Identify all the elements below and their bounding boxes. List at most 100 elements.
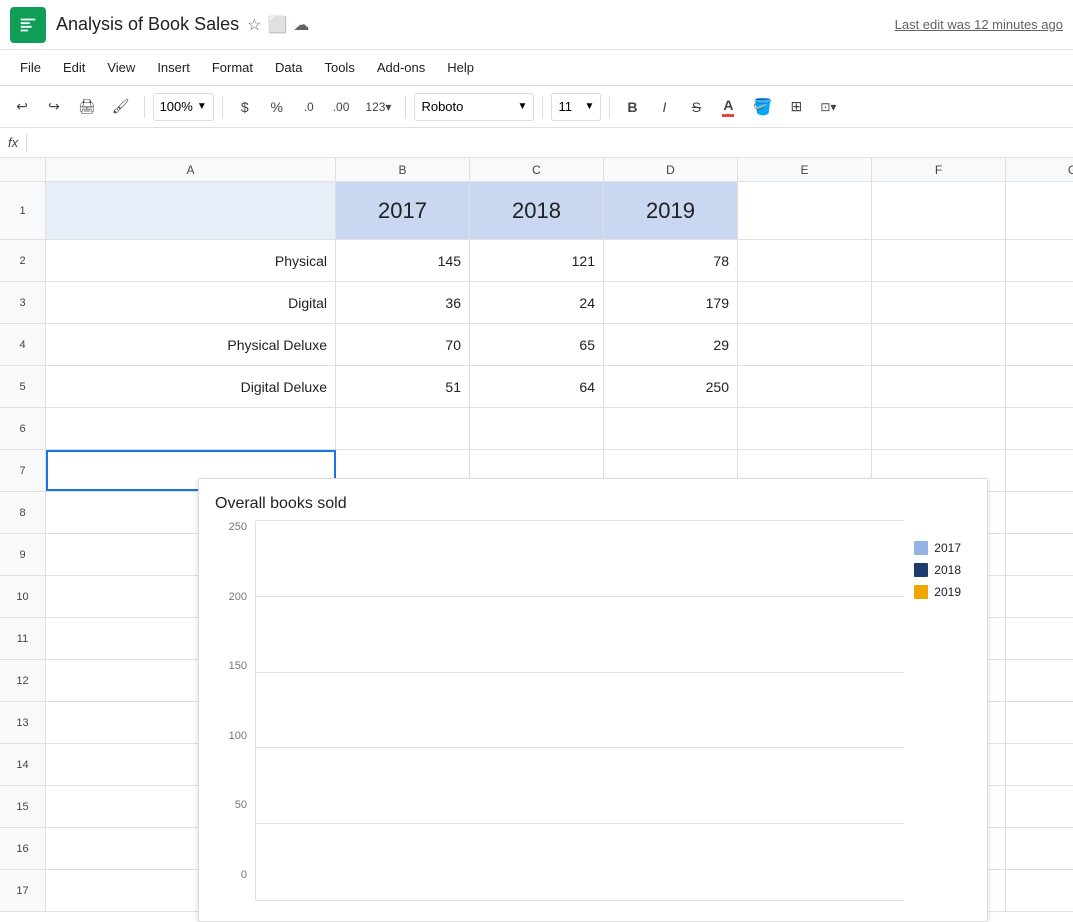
cell-a3[interactable]: Digital (46, 282, 336, 323)
y-label-50: 50 (235, 799, 247, 811)
cell-a6[interactable] (46, 408, 336, 449)
strikethrough-button[interactable]: S (682, 93, 710, 121)
cloud-icon[interactable]: ☁ (293, 15, 309, 35)
cell-e4[interactable] (738, 324, 872, 365)
cell-b2[interactable]: 145 (336, 240, 470, 281)
cell-e6[interactable] (738, 408, 872, 449)
cell-b3[interactable]: 36 (336, 282, 470, 323)
menu-file[interactable]: File (10, 56, 51, 79)
cell-c3[interactable]: 24 (470, 282, 604, 323)
cell-d6[interactable] (604, 408, 738, 449)
cell-g1[interactable] (1006, 182, 1073, 239)
cell-f3[interactable] (872, 282, 1006, 323)
menu-data[interactable]: Data (265, 56, 312, 79)
cell-a1[interactable] (46, 182, 336, 239)
paint-format-button[interactable]: 🖌 (106, 93, 136, 121)
legend-box-2019 (914, 585, 928, 599)
y-label-200: 200 (229, 591, 247, 603)
cell-e2[interactable] (738, 240, 872, 281)
menu-format[interactable]: Format (202, 56, 263, 79)
menu-tools[interactable]: Tools (314, 56, 364, 79)
cell-b6[interactable] (336, 408, 470, 449)
row-num-2: 2 (0, 240, 46, 281)
fx-divider (26, 134, 27, 152)
col-header-g[interactable]: G (1006, 158, 1073, 181)
cell-g6[interactable] (1006, 408, 1073, 449)
decimal-increase-button[interactable]: .00 (327, 93, 356, 121)
cell-b1[interactable]: 2017 (336, 182, 470, 239)
cell-c6[interactable] (470, 408, 604, 449)
font-selector[interactable]: Roboto ▼ (414, 93, 534, 121)
percent-button[interactable]: % (263, 93, 291, 121)
legend-item-2017: 2017 (914, 541, 961, 555)
cell-f4[interactable] (872, 324, 1006, 365)
menu-addons[interactable]: Add-ons (367, 56, 435, 79)
cell-c1[interactable]: 2018 (470, 182, 604, 239)
legend-label-2019: 2019 (934, 585, 961, 599)
cell-c4[interactable]: 65 (470, 324, 604, 365)
title-bar: Analysis of Book Sales ☆ ⬜ ☁ Last edit w… (0, 0, 1073, 50)
print-button[interactable]: 🖨 (72, 93, 102, 121)
cell-g3[interactable] (1006, 282, 1073, 323)
cell-b4[interactable]: 70 (336, 324, 470, 365)
zoom-value: 100% (160, 99, 193, 114)
cell-c5[interactable]: 64 (470, 366, 604, 407)
font-color-button[interactable]: A (714, 93, 742, 121)
italic-button[interactable]: I (650, 93, 678, 121)
cell-d2[interactable]: 78 (604, 240, 738, 281)
legend-box-2017 (914, 541, 928, 555)
redo-button[interactable]: ↪ (40, 93, 68, 121)
font-size-selector[interactable]: 11 ▼ (551, 93, 601, 121)
menu-insert[interactable]: Insert (147, 56, 200, 79)
col-header-d[interactable]: D (604, 158, 738, 181)
col-header-b[interactable]: B (336, 158, 470, 181)
cell-g7[interactable] (1006, 450, 1073, 491)
cell-f6[interactable] (872, 408, 1006, 449)
col-header-c[interactable]: C (470, 158, 604, 181)
cell-c2[interactable]: 121 (470, 240, 604, 281)
cell-f5[interactable] (872, 366, 1006, 407)
menu-help[interactable]: Help (437, 56, 484, 79)
fill-color-button[interactable]: 🪣 (746, 93, 778, 121)
cell-f1[interactable] (872, 182, 1006, 239)
menu-view[interactable]: View (97, 56, 145, 79)
bold-button[interactable]: B (618, 93, 646, 121)
cell-a4[interactable]: Physical Deluxe (46, 324, 336, 365)
star-icon[interactable]: ☆ (247, 15, 261, 35)
cell-a2[interactable]: Physical (46, 240, 336, 281)
cell-e1[interactable] (738, 182, 872, 239)
currency-button[interactable]: $ (231, 93, 259, 121)
table-row: 4 Physical Deluxe 70 65 29 (0, 324, 1073, 366)
legend-label-2017: 2017 (934, 541, 961, 555)
cell-a5[interactable]: Digital Deluxe (46, 366, 336, 407)
undo-button[interactable]: ↩ (8, 93, 36, 121)
cell-g5[interactable] (1006, 366, 1073, 407)
decimal-decrease-button[interactable]: .0 (295, 93, 323, 121)
font-chevron: ▼ (518, 101, 528, 112)
col-header-f[interactable]: F (872, 158, 1006, 181)
cell-g2[interactable] (1006, 240, 1073, 281)
row-num-header (0, 158, 46, 181)
col-header-a[interactable]: A (46, 158, 336, 181)
menu-edit[interactable]: Edit (53, 56, 95, 79)
table-row: 1 2017 2018 2019 (0, 182, 1073, 240)
cell-d3[interactable]: 179 (604, 282, 738, 323)
cell-d4[interactable]: 29 (604, 324, 738, 365)
cell-f2[interactable] (872, 240, 1006, 281)
toolbar-separator-2 (222, 96, 223, 118)
toolbar-separator-1 (144, 96, 145, 118)
cell-e5[interactable] (738, 366, 872, 407)
cell-g4[interactable] (1006, 324, 1073, 365)
table-row: 6 (0, 408, 1073, 450)
merge-button[interactable]: ⊡▾ (814, 93, 842, 121)
cell-b5[interactable]: 51 (336, 366, 470, 407)
chart-container[interactable]: Overall books sold 250 200 150 100 50 0 (198, 478, 988, 922)
borders-button[interactable]: ⊞ (782, 93, 810, 121)
col-header-e[interactable]: E (738, 158, 872, 181)
cell-d1[interactable]: 2019 (604, 182, 738, 239)
folder-icon[interactable]: ⬜ (267, 15, 287, 35)
cell-d5[interactable]: 250 (604, 366, 738, 407)
zoom-selector[interactable]: 100% ▼ (153, 93, 214, 121)
format-type-button[interactable]: 123▾ (359, 93, 397, 121)
cell-e3[interactable] (738, 282, 872, 323)
